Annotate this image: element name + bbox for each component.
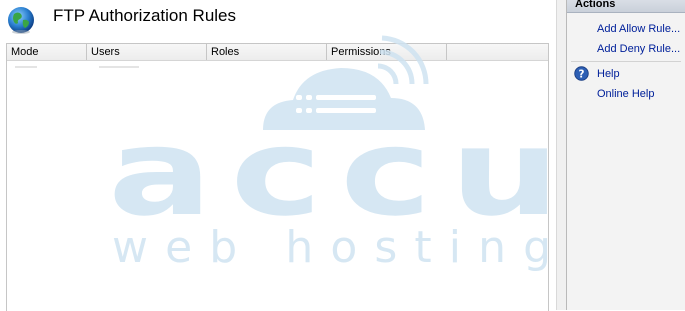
pane-splitter[interactable]	[556, 0, 566, 310]
column-header-users[interactable]: Users	[87, 44, 207, 60]
actions-header: Actions	[567, 0, 685, 13]
list-header: Mode Users Roles Permissions	[7, 44, 548, 61]
column-header-permissions[interactable]: Permissions	[327, 44, 447, 60]
list-item[interactable]	[11, 66, 141, 69]
add-deny-rule-link[interactable]: Add Deny Rule...	[597, 43, 680, 55]
globe-icon	[8, 7, 34, 34]
actions-pane: Actions Add Allow Rule... Add Deny Rule.…	[566, 0, 685, 310]
page-title: FTP Authorization Rules	[53, 6, 236, 25]
column-header-filler	[447, 44, 548, 60]
help-icon[interactable]: ?	[574, 66, 589, 81]
main-pane: FTP Authorization Rules Mode Users Roles…	[0, 0, 556, 311]
column-header-mode[interactable]: Mode	[7, 44, 87, 60]
rules-list[interactable]: Mode Users Roles Permissions	[6, 43, 549, 311]
svg-text:?: ?	[579, 68, 585, 80]
column-header-roles[interactable]: Roles	[207, 44, 327, 60]
online-help-link[interactable]: Online Help	[597, 88, 654, 100]
add-allow-rule-link[interactable]: Add Allow Rule...	[597, 23, 680, 35]
help-link[interactable]: Help	[597, 68, 620, 80]
actions-divider	[571, 61, 681, 62]
